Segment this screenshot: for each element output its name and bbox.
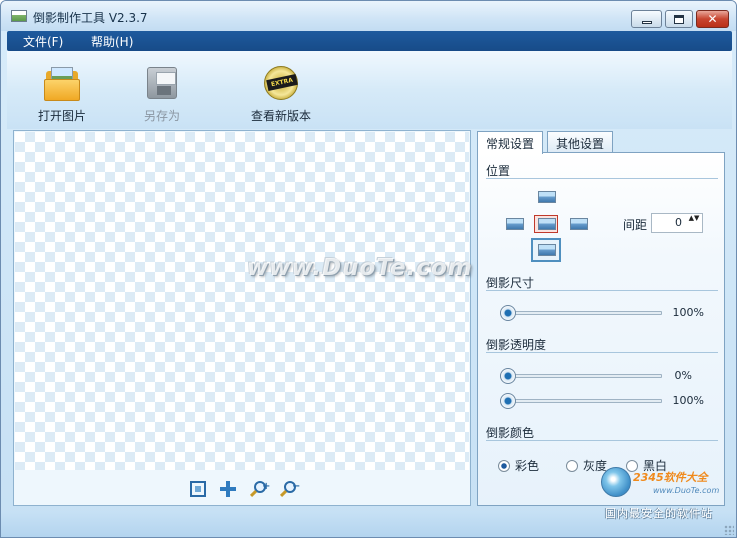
pan-move-icon[interactable] xyxy=(220,481,236,497)
opacity-end-slider[interactable] xyxy=(500,393,662,409)
position-center-button[interactable] xyxy=(534,215,558,233)
watermark-text: www.DuoTe.com xyxy=(247,255,473,281)
spacing-spinner[interactable]: 0 ▲▼ xyxy=(651,213,703,233)
resize-grip-icon[interactable] xyxy=(724,525,734,535)
preview-panel: + − xyxy=(13,130,471,506)
zoom-in-icon[interactable]: + xyxy=(249,481,270,499)
menu-file[interactable]: 文件(F) xyxy=(23,33,63,50)
position-title: 位置 xyxy=(486,164,511,178)
open-image-label: 打开图片 xyxy=(37,109,86,123)
position-left-button[interactable] xyxy=(502,215,526,233)
spacing-value: 0 xyxy=(675,216,682,229)
slider-thumb[interactable] xyxy=(500,368,516,384)
zoom-out-icon[interactable]: − xyxy=(279,481,300,499)
folder-icon xyxy=(44,65,80,101)
app-icon xyxy=(11,10,27,22)
maximize-icon xyxy=(674,14,684,24)
image-icon xyxy=(538,244,556,256)
minimize-icon xyxy=(641,20,652,24)
tab-general-settings[interactable]: 常规设置 xyxy=(477,131,544,154)
toolbar: 打开图片 另存为 EXTRA 查看新版本 xyxy=(7,51,732,129)
spacing-label: 间距 xyxy=(623,218,648,232)
badge-url: www.DuoTe.com xyxy=(653,486,720,495)
reflection-opacity-divider xyxy=(486,352,718,353)
color-option-color[interactable]: 彩色 xyxy=(498,457,539,474)
slider-thumb[interactable] xyxy=(500,305,516,321)
close-icon: ✕ xyxy=(707,12,718,26)
slider-thumb[interactable] xyxy=(500,393,516,409)
site-badge: 2345软件大全 www.DuoTe.com 国内最安全的软件站 xyxy=(599,463,735,521)
open-image-button[interactable]: 打开图片 xyxy=(31,51,93,129)
canvas-toolbar: + − xyxy=(14,471,470,505)
reflection-color-title: 倒影颜色 xyxy=(486,426,535,440)
reflection-size-slider[interactable] xyxy=(500,305,662,321)
minimize-button[interactable] xyxy=(631,10,662,28)
reflection-opacity-title: 倒影透明度 xyxy=(486,338,547,352)
opacity-start-slider[interactable] xyxy=(500,368,662,384)
image-icon xyxy=(570,218,588,230)
save-as-button[interactable]: 另存为 xyxy=(131,51,193,129)
app-window: 倒影制作工具 V2.3.7 ✕ 文件(F) 帮助(H) 打开图片 另存为 EXT… xyxy=(0,0,737,538)
badge-brand: 2345软件大全 xyxy=(633,471,708,484)
image-icon xyxy=(506,218,524,230)
menu-bar: 文件(F) 帮助(H) xyxy=(7,31,732,51)
menu-help[interactable]: 帮助(H) xyxy=(91,33,133,50)
position-right-button[interactable] xyxy=(566,215,590,233)
window-title: 倒影制作工具 V2.3.7 xyxy=(33,11,148,25)
title-bar[interactable]: 倒影制作工具 V2.3.7 ✕ xyxy=(1,1,736,31)
badge-slogan: 国内最安全的软件站 xyxy=(605,507,713,520)
settings-panel: 位置 间距 0 ▲▼ 倒影尺寸 100% 倒影透明度 0% 100% 倒影颜色 xyxy=(477,152,725,506)
position-divider xyxy=(486,178,718,179)
tab-other-settings[interactable]: 其他设置 xyxy=(547,131,614,153)
image-icon xyxy=(538,218,556,230)
close-button[interactable]: ✕ xyxy=(696,10,729,28)
reflection-size-value: 100% xyxy=(672,306,704,319)
image-icon xyxy=(538,191,556,203)
position-top-button[interactable] xyxy=(534,188,558,206)
cd-disc-icon: EXTRA xyxy=(263,65,299,101)
check-new-version-button[interactable]: EXTRA 查看新版本 xyxy=(243,51,319,129)
save-as-label: 另存为 xyxy=(143,109,180,123)
preview-canvas[interactable] xyxy=(15,132,469,470)
fit-window-icon[interactable] xyxy=(190,481,206,497)
save-disk-icon xyxy=(144,65,180,101)
position-bottom-button[interactable] xyxy=(531,238,561,262)
reflection-size-divider xyxy=(486,290,718,291)
radio-icon xyxy=(498,459,510,472)
opacity-start-value: 0% xyxy=(674,369,692,382)
radio-icon xyxy=(566,459,578,472)
mascot-icon xyxy=(601,467,631,497)
reflection-color-divider xyxy=(486,440,718,441)
spinner-arrows-icon[interactable]: ▲▼ xyxy=(688,214,700,232)
reflection-size-title: 倒影尺寸 xyxy=(486,276,535,290)
maximize-button[interactable] xyxy=(665,10,693,28)
check-new-version-label: 查看新版本 xyxy=(250,109,311,123)
opacity-end-value: 100% xyxy=(672,394,704,407)
